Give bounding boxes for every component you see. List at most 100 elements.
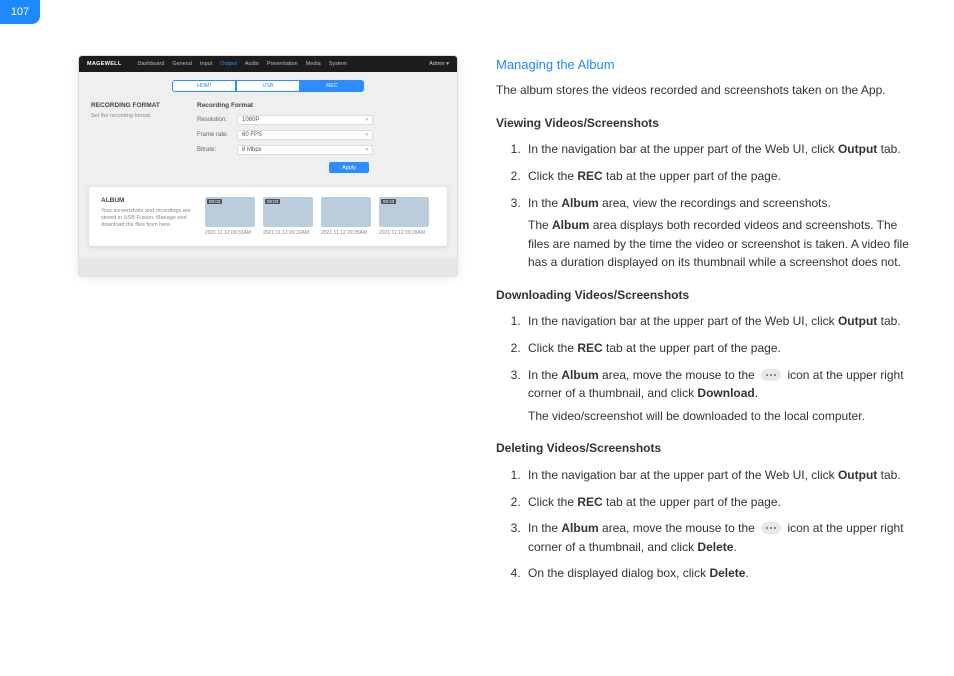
doc-step: In the Album area, move the mouse to the… [524, 519, 914, 556]
doc-step-sub: The video/screenshot will be downloaded … [528, 407, 914, 426]
doc-text: Click the [528, 341, 577, 355]
doc-step: In the navigation bar at the upper part … [524, 140, 914, 159]
doc-text: tab. [877, 468, 900, 482]
page-number-badge: 107 [0, 0, 40, 24]
doc-step: In the Album area, move the mouse to the… [524, 366, 914, 426]
doc-text: In the navigation bar at the upper part … [528, 468, 838, 482]
doc-steps: In the navigation bar at the upper part … [496, 140, 914, 272]
shot-tabs: HDMI USB REC [79, 72, 457, 98]
doc-step: Click the REC tab at the upper part of t… [524, 493, 914, 512]
doc-bold: Delete [709, 566, 745, 580]
doc-text: In the navigation bar at the upper part … [528, 142, 838, 156]
shot-nav-item: System [329, 61, 347, 67]
shot-field-value: 60 FPS [242, 132, 262, 138]
doc-bold: Output [838, 468, 877, 482]
doc-step: Click the REC tab at the upper part of t… [524, 339, 914, 358]
shot-field-select: 8 Mbps ▾ [237, 145, 373, 155]
shot-top-bar: MAGEWELL Dashboard General Input Output … [79, 56, 457, 72]
shot-nav-item: Media [306, 61, 321, 67]
shot-thumb-duration: 00:03 [207, 199, 222, 204]
shot-nav-item: Audio [245, 61, 259, 67]
shot-field-select: 1080P ▾ [237, 115, 373, 125]
chevron-down-icon: ▾ [365, 117, 368, 123]
doc-text: . [755, 386, 758, 400]
doc-step: In the Album area, view the recordings a… [524, 194, 914, 272]
shot-thumb-caption: 2021.11.12 09:33AM [205, 230, 255, 236]
shot-field-row: Frame rate: 60 FPS ▾ [197, 130, 373, 140]
shot-nav-item: Presentation [267, 61, 298, 67]
more-icon [761, 369, 781, 381]
shot-footer [79, 258, 457, 276]
shot-thumb-caption: 2021.11.12 09:35AM [321, 230, 371, 236]
doc-bold: Album [552, 218, 589, 232]
shot-nav-item: Input [200, 61, 212, 67]
doc-bold: Album [561, 368, 598, 382]
shot-apply-button: Apply [329, 162, 369, 173]
doc-subheading: Downloading Videos/Screenshots [496, 286, 914, 305]
doc-step: In the navigation bar at the upper part … [524, 312, 914, 331]
shot-album-card: ALBUM Your screenshots and recordings ar… [89, 187, 447, 246]
doc-bold: Album [561, 521, 598, 535]
shot-nav-item: Dashboard [137, 61, 164, 67]
doc-text: On the displayed dialog box, click [528, 566, 709, 580]
shot-album-thumb: 00:03 2021.11.12 09:32AM [263, 197, 313, 236]
doc-step: On the displayed dialog box, click Delet… [524, 564, 914, 583]
shot-tab-hdmi: HDMI [172, 80, 236, 92]
doc-column: Managing the Album The album stores the … [458, 55, 914, 597]
doc-text: . [733, 540, 736, 554]
shot-field-value: 8 Mbps [242, 147, 262, 153]
doc-text: tab. [877, 142, 900, 156]
doc-bold: Output [838, 142, 877, 156]
shot-thumb-duration: 00:03 [265, 199, 280, 204]
doc-step-sub: The Album area displays both recorded vi… [528, 216, 914, 272]
shot-tab-rec: REC [300, 80, 364, 92]
doc-bold: Delete [697, 540, 733, 554]
doc-text: In the [528, 368, 561, 382]
chevron-down-icon: ▾ [365, 132, 368, 138]
doc-text: Click the [528, 169, 577, 183]
shot-field-row: Bitrate: 8 Mbps ▾ [197, 145, 373, 155]
doc-text: Click the [528, 495, 577, 509]
doc-text: area, move the mouse to the [599, 368, 758, 382]
doc-text: area, move the mouse to the [599, 521, 758, 535]
chevron-down-icon: ▾ [365, 147, 368, 153]
shot-brand: MAGEWELL [87, 61, 121, 67]
more-icon [761, 522, 781, 534]
doc-text: In the [528, 196, 561, 210]
shot-album-thumb: 2021.11.12 09:35AM [321, 197, 371, 236]
doc-text: The [528, 218, 552, 232]
doc-subheading: Viewing Videos/Screenshots [496, 114, 914, 133]
doc-heading: Managing the Album [496, 55, 914, 75]
shot-nav-item: General [172, 61, 192, 67]
doc-steps: In the navigation bar at the upper part … [496, 466, 914, 583]
doc-text: . [745, 566, 748, 580]
doc-text: tab at the upper part of the page. [603, 341, 781, 355]
shot-field-select: 60 FPS ▾ [237, 130, 373, 140]
shot-field-label: Bitrate: [197, 147, 237, 153]
shot-nav-item-active: Output [220, 61, 237, 67]
doc-bold: Download [697, 386, 754, 400]
doc-step: Click the REC tab at the upper part of t… [524, 167, 914, 186]
doc-text: tab at the upper part of the page. [603, 495, 781, 509]
doc-bold: REC [577, 169, 602, 183]
shot-thumb-caption: 2021.11.12 09:26AM [379, 230, 429, 236]
shot-thumb-duration: 00:43 [381, 199, 396, 204]
doc-text: In the [528, 521, 561, 535]
shot-album-thumb: 00:43 2021.11.12 09:26AM [379, 197, 429, 236]
shot-recfmt-title: Recording Format [197, 102, 373, 109]
shot-album-title: ALBUM [101, 197, 191, 204]
shot-album-thumb: 00:03 2021.11.12 09:33AM [205, 197, 255, 236]
shot-thumb-caption: 2021.11.12 09:32AM [263, 230, 313, 236]
shot-album-desc: Your screenshots and recordings are stor… [101, 208, 191, 229]
shot-field-value: 1080P [242, 117, 259, 123]
shot-recfmt-side-desc: Set the recording format. [91, 113, 181, 120]
doc-text: In the navigation bar at the upper part … [528, 314, 838, 328]
doc-bold: REC [577, 341, 602, 355]
doc-text: area, view the recordings and screenshot… [599, 196, 831, 210]
doc-steps: In the navigation bar at the upper part … [496, 312, 914, 425]
shot-field-label: Frame rate: [197, 132, 237, 138]
doc-bold: REC [577, 495, 602, 509]
shot-tab-usb: USB [236, 80, 300, 92]
doc-bold: Album [561, 196, 598, 210]
doc-text: tab. [877, 314, 900, 328]
